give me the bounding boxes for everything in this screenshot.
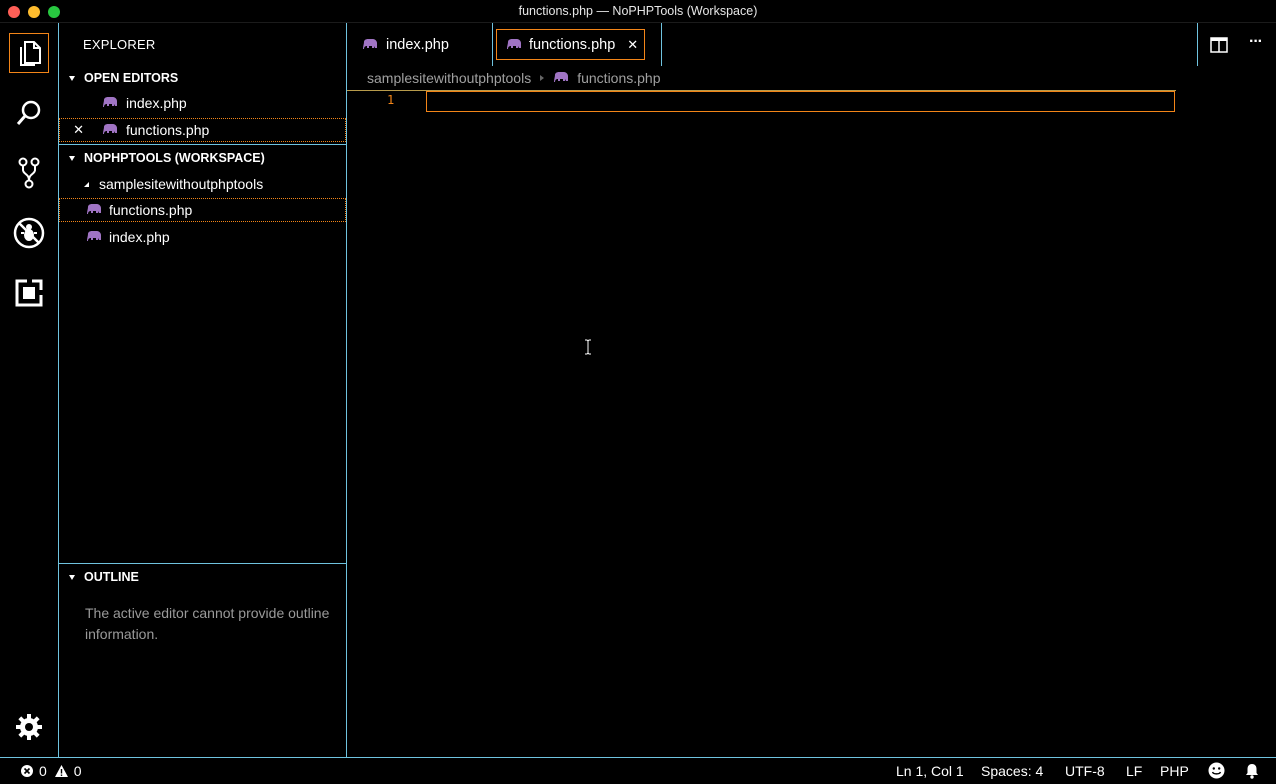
window-title: functions.php — NoPHPTools (Workspace) (518, 4, 758, 18)
warning-count: 0 (73, 763, 82, 779)
php-elephant-icon (87, 231, 101, 243)
php-elephant-icon (363, 38, 377, 51)
status-bar: 0 0 Ln 1, Col 1 Spaces: 4 UTF-8 LF PHP (0, 757, 1276, 784)
php-elephant-icon (87, 204, 101, 216)
tab-index-php[interactable]: index.php (347, 23, 493, 66)
extensions-icon[interactable] (9, 273, 49, 313)
open-editor-item-index[interactable]: index.php (59, 91, 346, 115)
gear-icon[interactable] (9, 707, 49, 747)
warning-icon (54, 764, 69, 778)
notifications-bell-icon[interactable] (1245, 763, 1259, 779)
cursor-position[interactable]: Ln 1, Col 1 (896, 763, 964, 779)
tab-label: functions.php (529, 36, 616, 53)
workspace-header[interactable]: NOPHPTOOLS (WORKSPACE) (59, 147, 346, 169)
tab-bar: index.php functions.php ✕ ··· (347, 23, 1276, 66)
debug-icon[interactable] (9, 213, 49, 253)
file-item-index[interactable]: index.php (59, 225, 346, 249)
encoding[interactable]: UTF-8 (1065, 763, 1105, 779)
explorer-icon[interactable] (9, 33, 49, 73)
line-number: 1 (387, 93, 395, 107)
tab-functions-php[interactable]: functions.php ✕ (496, 23, 662, 66)
current-line-highlight[interactable] (426, 91, 1175, 112)
php-elephant-icon (554, 72, 569, 84)
folder-label: samplesitewithoutphptools (99, 176, 264, 192)
outline-header[interactable]: OUTLINE (59, 566, 346, 588)
end-of-line[interactable]: LF (1126, 763, 1142, 779)
chevron-down-icon (84, 181, 89, 187)
chevron-down-icon (69, 75, 75, 81)
more-actions-icon[interactable]: ··· (1249, 33, 1263, 51)
open-editors-header[interactable]: OPEN EDITORS (59, 67, 346, 89)
chevron-down-icon (69, 574, 75, 580)
php-elephant-icon (103, 124, 117, 136)
breadcrumb-file[interactable]: functions.php (577, 70, 660, 86)
indentation[interactable]: Spaces: 4 (981, 763, 1043, 779)
workspace-label: NOPHPTOOLS (WORKSPACE) (84, 151, 265, 165)
error-icon (20, 764, 34, 778)
php-elephant-icon (507, 38, 521, 51)
search-icon[interactable] (9, 93, 49, 133)
breadcrumb-folder[interactable]: samplesitewithoutphptools (367, 70, 531, 86)
outline-message: The active editor cannot provide outline… (85, 605, 330, 642)
source-control-icon[interactable] (9, 153, 49, 193)
file-item-functions[interactable]: functions.php (59, 198, 346, 222)
language-mode[interactable]: PHP (1160, 763, 1189, 779)
title-bar: functions.php — NoPHPTools (Workspace) (0, 0, 1276, 23)
split-editor-icon[interactable] (1210, 37, 1228, 53)
text-cursor-icon (584, 339, 592, 355)
chevron-right-icon (540, 75, 545, 81)
open-editors-label: OPEN EDITORS (84, 71, 179, 85)
problems-indicator[interactable]: 0 0 (20, 763, 82, 779)
tab-label: index.php (386, 36, 449, 53)
chevron-down-icon (69, 155, 75, 161)
explorer-sidebar: EXPLORER OPEN EDITORS index.php ✕ functi… (59, 23, 347, 757)
php-elephant-icon (103, 97, 117, 109)
close-icon[interactable]: ✕ (59, 122, 84, 138)
feedback-smiley-icon[interactable] (1208, 762, 1225, 779)
folder-item[interactable]: samplesitewithoutphptools (59, 172, 346, 196)
breadcrumb: samplesitewithoutphptools functions.php (367, 70, 661, 86)
file-label: index.php (109, 229, 170, 245)
open-editor-label: functions.php (126, 122, 210, 138)
editor-area: index.php functions.php ✕ ··· samplesite… (347, 23, 1276, 757)
vscode-window: functions.php — NoPHPTools (Workspace) E… (0, 0, 1276, 784)
error-count: 0 (39, 763, 47, 779)
activity-bar (0, 23, 59, 757)
outline-label: OUTLINE (84, 570, 139, 584)
sidebar-title: EXPLORER (83, 37, 156, 52)
open-editor-item-functions[interactable]: ✕ functions.php (59, 118, 346, 142)
close-icon[interactable]: ✕ (627, 37, 638, 53)
file-label: functions.php (109, 202, 193, 218)
open-editor-label: index.php (126, 95, 187, 111)
